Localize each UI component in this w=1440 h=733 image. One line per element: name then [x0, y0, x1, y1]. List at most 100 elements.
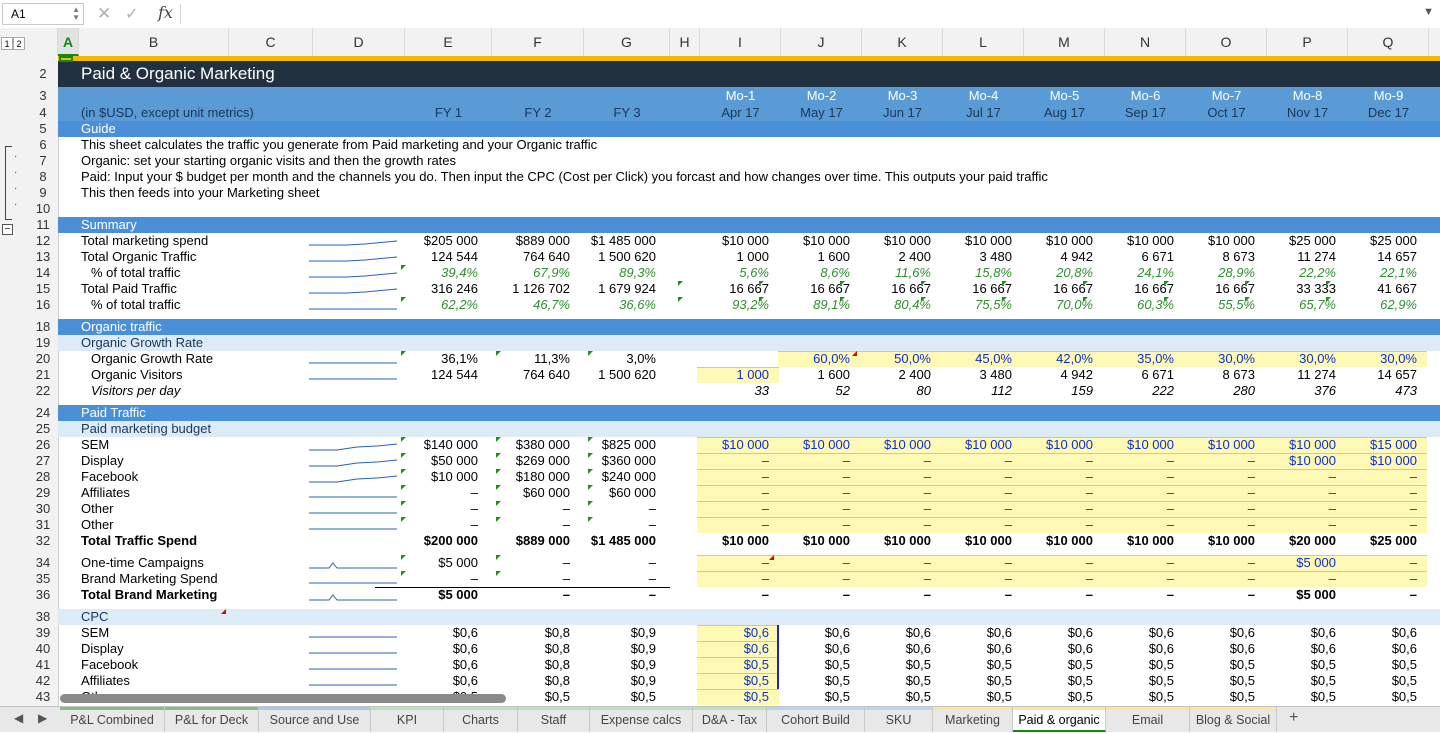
row-header-26[interactable]: 26 — [28, 437, 58, 453]
column-header-p[interactable]: P — [1267, 28, 1348, 56]
sparkline — [309, 652, 397, 654]
chevron-down-icon[interactable]: ▼ — [1423, 6, 1434, 18]
row-header-35[interactable]: 35 — [28, 571, 58, 587]
select-all-corner[interactable] — [28, 28, 58, 56]
name-box-stepper-icon[interactable]: ▲ ▼ — [72, 6, 80, 22]
sheet-tab[interactable]: Email — [1106, 707, 1190, 732]
column-header-e[interactable]: E — [405, 28, 492, 56]
column-header-i[interactable]: I — [700, 28, 781, 56]
subtitle: (in $USD, except unit metrics) — [81, 105, 254, 120]
sheet-grid[interactable]: Paid & Organic Marketing (in $USD, except… — [58, 56, 1440, 706]
column-header-b[interactable]: B — [79, 28, 229, 56]
row-header-5[interactable]: 5 — [28, 121, 58, 137]
row-header-34[interactable]: 34 — [28, 555, 58, 571]
row-header-22[interactable]: 22 — [28, 383, 58, 399]
row-header-21[interactable]: 21 — [28, 367, 58, 383]
column-header-g[interactable]: G — [584, 28, 670, 56]
row-header-15[interactable]: 15 — [28, 281, 58, 297]
row-header-38[interactable]: 38 — [28, 609, 58, 625]
add-sheet-button[interactable]: + — [1289, 709, 1298, 727]
row-header-8[interactable]: 8 — [28, 169, 58, 185]
column-header-h[interactable]: H — [670, 28, 700, 56]
column-header-f[interactable]: F — [492, 28, 584, 56]
row-header-36[interactable]: 36 — [28, 587, 58, 603]
fy-value: 316 246 — [431, 281, 478, 296]
sheet-tab[interactable]: Blog & Social — [1190, 707, 1277, 732]
row-header-40[interactable]: 40 — [28, 641, 58, 657]
column-header-a[interactable]: A — [58, 28, 79, 56]
column-header-c[interactable]: C — [229, 28, 313, 56]
sheet-tab[interactable]: P&L Combined — [60, 707, 165, 732]
row-header-7[interactable]: 7 — [28, 153, 58, 169]
row-header-29[interactable]: 29 — [28, 485, 58, 501]
row-header-27[interactable]: 27 — [28, 453, 58, 469]
row-header-31[interactable]: 31 — [28, 517, 58, 533]
row-label: % of total traffic — [91, 265, 181, 280]
sheet-tab[interactable]: Marketing — [933, 707, 1013, 732]
row-header-3[interactable]: 3 — [28, 88, 58, 104]
sheet-tab[interactable]: P&L for Deck — [165, 707, 259, 732]
sheet-tab[interactable]: Charts — [444, 707, 518, 732]
row-header-18[interactable]: 18 — [28, 319, 58, 335]
month-date: Jun 17 — [882, 105, 923, 120]
month-label: Mo-8 — [1292, 88, 1323, 103]
month-value: – — [1004, 469, 1012, 484]
row-header-20[interactable]: 20 — [28, 351, 58, 367]
sheet-tab[interactable]: KPI — [371, 707, 444, 732]
row-header-12[interactable]: 12 — [28, 233, 58, 249]
row-header-42[interactable]: 42 — [28, 673, 58, 689]
confirm-icon[interactable]: ✓ — [125, 4, 138, 24]
sheet-tab[interactable]: Expense calcs — [590, 707, 693, 732]
fy-header: FY 1 — [434, 105, 463, 120]
sheet-tab[interactable]: Staff — [518, 707, 590, 732]
column-header-k[interactable]: K — [862, 28, 943, 56]
tab-scroll-left-icon[interactable]: ◀ — [14, 711, 23, 725]
row-header-14[interactable]: 14 — [28, 265, 58, 281]
column-header-q[interactable]: Q — [1348, 28, 1429, 56]
month-value: 4 942 — [1060, 367, 1093, 382]
row-header-25[interactable]: 25 — [28, 421, 58, 437]
month-value: – — [923, 501, 931, 516]
month-value: – — [1004, 571, 1012, 586]
row-header-32[interactable]: 32 — [28, 533, 58, 549]
row-header-19[interactable]: 19 — [28, 335, 58, 351]
function-icon[interactable]: fx — [158, 3, 173, 22]
column-header-o[interactable]: O — [1186, 28, 1267, 56]
row-header-24[interactable]: 24 — [28, 405, 58, 421]
month-value: 80,4% — [894, 297, 931, 312]
month-value: 45,0% — [975, 351, 1012, 366]
row-header-10[interactable]: 10 — [28, 201, 58, 217]
column-header-m[interactable]: M — [1024, 28, 1105, 56]
cancel-icon[interactable]: ✕ — [97, 4, 111, 24]
row-header-9[interactable]: 9 — [28, 185, 58, 201]
sheet-tab[interactable]: Paid & organic — [1013, 707, 1106, 732]
sheet-tab[interactable]: SKU — [865, 707, 933, 732]
row-header-43[interactable]: 43 — [28, 689, 58, 705]
row-header-2[interactable]: 2 — [28, 66, 58, 82]
column-header-l[interactable]: L — [943, 28, 1024, 56]
sheet-tab[interactable]: Cohort Build — [767, 707, 865, 732]
sheet-tab[interactable]: Source and Use — [259, 707, 371, 732]
outline-level-1-button[interactable]: 1 — [1, 37, 13, 50]
name-box[interactable]: A1 ▲ ▼ — [2, 3, 84, 25]
selected-cell-marker[interactable] — [59, 56, 73, 62]
row-header-41[interactable]: 41 — [28, 657, 58, 673]
sheet-tab[interactable]: D&A - Tax — [693, 707, 767, 732]
row-header-6[interactable]: 6 — [28, 137, 58, 153]
formula-input[interactable] — [186, 3, 1420, 27]
column-header-n[interactable]: N — [1105, 28, 1186, 56]
column-header-j[interactable]: J — [781, 28, 862, 56]
column-header-d[interactable]: D — [313, 28, 405, 56]
row-header-11[interactable]: 11 — [28, 217, 58, 233]
row-header-30[interactable]: 30 — [28, 501, 58, 517]
row-header-39[interactable]: 39 — [28, 625, 58, 641]
row-header-28[interactable]: 28 — [28, 469, 58, 485]
collapse-group-icon[interactable]: − — [2, 224, 13, 235]
month-value: 14 657 — [1377, 249, 1417, 264]
row-header-13[interactable]: 13 — [28, 249, 58, 265]
row-header-16[interactable]: 16 — [28, 297, 58, 313]
outline-level-2-button[interactable]: 2 — [13, 37, 25, 50]
tab-scroll-right-icon[interactable]: ▶ — [38, 711, 47, 725]
horizontal-scrollbar[interactable] — [60, 694, 506, 703]
row-header-4[interactable]: 4 — [28, 105, 58, 121]
